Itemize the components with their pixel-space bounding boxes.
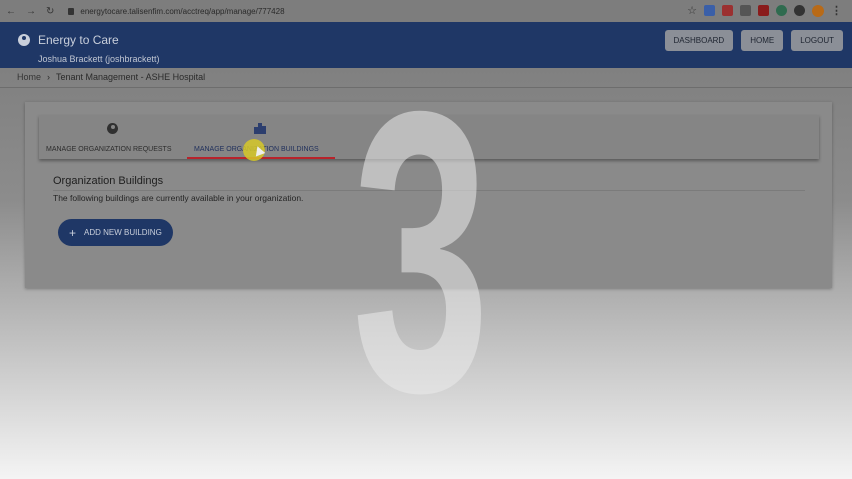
person-icon [107,123,118,134]
logout-button[interactable]: LOGOUT [791,30,843,51]
settings-extension-icon[interactable] [740,5,751,16]
section-description: The following buildings are currently av… [53,193,304,203]
browser-toolbar: ← → ↻ energytocare.talisenfim.com/acctre… [0,0,852,22]
tab-label: MANAGE ORGANIZATION REQUESTS [46,146,172,153]
step-number-overlay: 3 [352,28,490,475]
home-button[interactable]: HOME [741,30,784,51]
dashboard-button[interactable]: DASHBOARD [664,30,734,51]
vpn-extension-icon[interactable] [794,5,805,16]
building-icon [254,123,266,134]
calendar-extension-icon[interactable] [722,5,733,16]
plus-icon: + [69,225,77,240]
section-title: Organization Buildings [53,175,164,187]
add-new-building-label: ADD NEW BUILDING [84,228,162,237]
breadcrumb-separator: › [47,72,51,82]
grammar-extension-icon[interactable] [776,5,787,16]
breadcrumb-current: Tenant Management - ASHE Hospital [56,72,206,82]
profile-avatar[interactable] [812,4,824,17]
brand: Energy to Care [18,33,119,47]
zoom-extension-icon[interactable] [704,5,715,16]
user-name: Joshua Brackett (joshbrackett) [38,54,160,64]
breadcrumb: Home › Tenant Management - ASHE Hospital [17,72,205,82]
menu-kebab-icon[interactable]: ⋮ [831,4,842,17]
back-arrow-icon[interactable]: ← [6,6,16,17]
tab-manage-organization-requests[interactable]: MANAGE ORGANIZATION REQUESTS [46,115,182,159]
address-bar[interactable]: energytocare.talisenfim.com/acctreq/app/… [80,7,284,16]
header-buttons: DASHBOARD HOME LOGOUT [664,30,843,51]
app-title: Energy to Care [38,33,119,47]
pdf-extension-icon[interactable] [758,5,769,16]
lock-icon [68,7,75,15]
account-circle-icon [18,34,30,46]
browser-nav: ← → ↻ [6,6,54,17]
forward-arrow-icon[interactable]: → [26,6,36,17]
extension-icons: ☆ ⋮ [687,4,842,17]
reload-icon[interactable]: ↻ [46,6,54,17]
bookmark-star-icon[interactable]: ☆ [687,4,697,17]
breadcrumb-home-link[interactable]: Home [17,72,41,82]
add-new-building-button[interactable]: + ADD NEW BUILDING [58,219,173,246]
